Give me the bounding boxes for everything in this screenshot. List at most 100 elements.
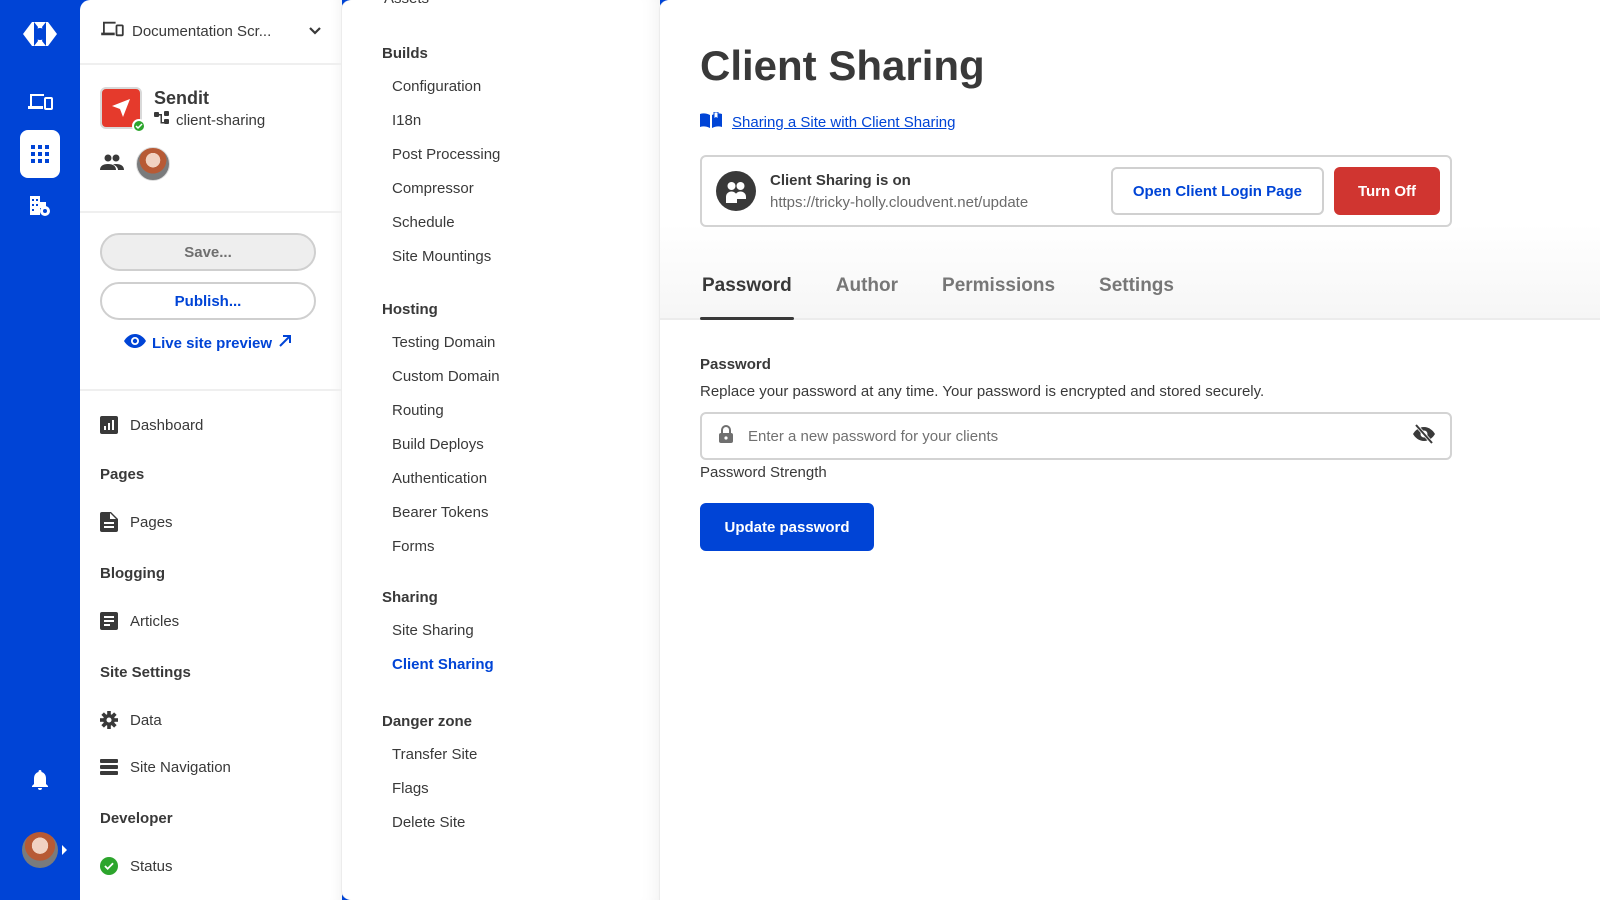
page-header: Client Sharing Sharing a Site with Clien… (660, 0, 1600, 320)
sidebar-item-dashboard[interactable]: Dashboard (100, 413, 322, 437)
docs-link-label: Sharing a Site with Client Sharing (732, 114, 956, 131)
settings-nav-item-delete-site[interactable]: Delete Site (382, 813, 477, 847)
docs-link[interactable]: Sharing a Site with Client Sharing (700, 111, 1600, 133)
tab-author[interactable]: Author (834, 272, 900, 320)
site-name: Sendit (154, 88, 210, 108)
status-ok-badge (132, 119, 146, 133)
building-settings-icon[interactable] (20, 186, 60, 226)
article-icon (100, 612, 118, 630)
tab-password[interactable]: Password (700, 272, 794, 320)
settings-heading: Sharing (382, 589, 438, 606)
check-circle-icon (100, 857, 118, 875)
devices-icon[interactable] (20, 82, 60, 122)
sidebar-heading-blogging: Blogging (100, 565, 165, 582)
open-client-login-button[interactable]: Open Client Login Page (1110, 167, 1324, 215)
site-branch[interactable]: client-sharing (154, 111, 265, 129)
settings-heading: Builds (382, 45, 428, 62)
menu-bars-icon (100, 758, 118, 776)
settings-nav: Assets Builds Configuration I18n Post Pr… (342, 0, 660, 900)
settings-nav-item-configuration[interactable]: Configuration (382, 77, 500, 111)
file-text-icon (100, 512, 118, 532)
people-icon[interactable] (100, 154, 124, 175)
settings-nav-item-post-processing[interactable]: Post Processing (382, 145, 500, 179)
settings-nav-item-custom-domain[interactable]: Custom Domain (382, 367, 500, 401)
project-name: Documentation Scr... (132, 23, 272, 40)
tab-settings[interactable]: Settings (1097, 272, 1176, 320)
settings-nav-item-authentication[interactable]: Authentication (382, 469, 500, 503)
caret-right-icon (62, 845, 67, 855)
client-sharing-status-card: Client Sharing is on https://tricky-holl… (700, 155, 1452, 227)
password-input[interactable] (748, 427, 1412, 445)
password-field[interactable] (700, 412, 1452, 460)
gear-icon (100, 711, 118, 729)
password-panel: Password Replace your password at any ti… (660, 320, 1600, 551)
turn-off-button[interactable]: Turn Off (1334, 167, 1440, 215)
preview-label: Live site preview (151, 334, 273, 352)
sidebar-item-status[interactable]: Status (100, 854, 322, 878)
sidebar-item-label: Dashboard (130, 416, 204, 434)
site-members (100, 147, 322, 181)
settings-heading: Danger zone (382, 713, 473, 730)
sidebar-item-label: Articles (130, 612, 180, 630)
site-actions: Save... Publish... Live site preview (80, 213, 342, 391)
update-password-button[interactable]: Update password (700, 503, 874, 551)
settings-section-hosting: Hosting Testing Domain Custom Domain Rou… (382, 301, 500, 571)
sidebar-item-articles[interactable]: Articles (100, 609, 322, 633)
settings-nav-item-forms[interactable]: Forms (382, 537, 500, 571)
site-logo[interactable] (100, 87, 146, 133)
settings-nav-item-client-sharing[interactable]: Client Sharing (382, 655, 494, 689)
settings-section-builds: Builds Configuration I18n Post Processin… (382, 45, 500, 281)
publish-button[interactable]: Publish... (100, 282, 316, 320)
settings-section-sharing: Sharing Site Sharing Client Sharing (382, 589, 494, 689)
settings-nav-item-i18n[interactable]: I18n (382, 111, 500, 145)
live-site-preview-link[interactable]: Live site preview (100, 334, 316, 352)
settings-nav-item-bearer-tokens[interactable]: Bearer Tokens (382, 503, 500, 537)
settings-nav-item-site-mountings[interactable]: Site Mountings (382, 247, 500, 281)
save-button[interactable]: Save... (100, 233, 316, 271)
branch-name: client-sharing (176, 111, 266, 129)
page-title: Client Sharing (700, 42, 985, 89)
tab-bar: Password Author Permissions Settings (700, 272, 1216, 320)
user-avatar[interactable] (22, 832, 58, 868)
settings-nav-item-flags[interactable]: Flags (382, 779, 477, 813)
sidebar-item-label: Data (130, 711, 162, 729)
client-url: https://tricky-holly.cloudvent.net/updat… (770, 193, 1029, 211)
settings-nav-item-compressor[interactable]: Compressor (382, 179, 500, 213)
eye-off-icon[interactable] (1412, 423, 1436, 449)
devices-icon (100, 20, 124, 43)
sidebar-item-site-navigation[interactable]: Site Navigation (100, 755, 322, 779)
sidebar-item-data[interactable]: Data (100, 708, 322, 732)
settings-nav-item-schedule[interactable]: Schedule (382, 213, 500, 247)
settings-nav-item-assets[interactable]: Assets (384, 0, 429, 7)
settings-nav-item-routing[interactable]: Routing (382, 401, 500, 435)
external-arrow-icon (278, 334, 292, 352)
lock-icon (718, 424, 734, 448)
sidebar-item-label: Pages (130, 513, 173, 531)
sidebar-heading-site-settings: Site Settings (100, 664, 191, 681)
cloudvent-logo-icon[interactable] (20, 14, 60, 54)
chevron-down-icon (308, 23, 322, 41)
member-avatar[interactable] (136, 147, 170, 181)
project-selector[interactable]: Documentation Scr... (80, 0, 342, 65)
sidebar-heading-pages: Pages (100, 466, 145, 483)
settings-nav-item-transfer-site[interactable]: Transfer Site (382, 745, 477, 779)
main-content: Client Sharing Sharing a Site with Clien… (660, 0, 1600, 900)
password-help-text: Replace your password at any time. Your … (700, 383, 1265, 400)
site-nav: Dashboard Pages Pages Blogging Articles … (80, 391, 342, 878)
client-group-icon (716, 171, 756, 211)
sidebar-item-pages[interactable]: Pages (100, 510, 322, 534)
settings-nav-item-build-deploys[interactable]: Build Deploys (382, 435, 500, 469)
sidebar-item-label: Status (130, 857, 173, 875)
password-strength-label: Password Strength (700, 464, 827, 481)
site-info: Sendit client-sharing (80, 65, 342, 213)
tab-permissions[interactable]: Permissions (940, 272, 1057, 320)
sidebar-heading-developer: Developer (100, 810, 173, 827)
bell-icon[interactable] (20, 760, 60, 800)
send-icon (112, 99, 130, 117)
branch-icon (154, 111, 170, 129)
settings-nav-item-site-sharing[interactable]: Site Sharing (382, 621, 494, 655)
settings-nav-item-testing-domain[interactable]: Testing Domain (382, 333, 500, 367)
book-icon (700, 111, 722, 133)
password-label: Password (700, 356, 771, 373)
apps-grid-icon[interactable] (20, 130, 60, 178)
